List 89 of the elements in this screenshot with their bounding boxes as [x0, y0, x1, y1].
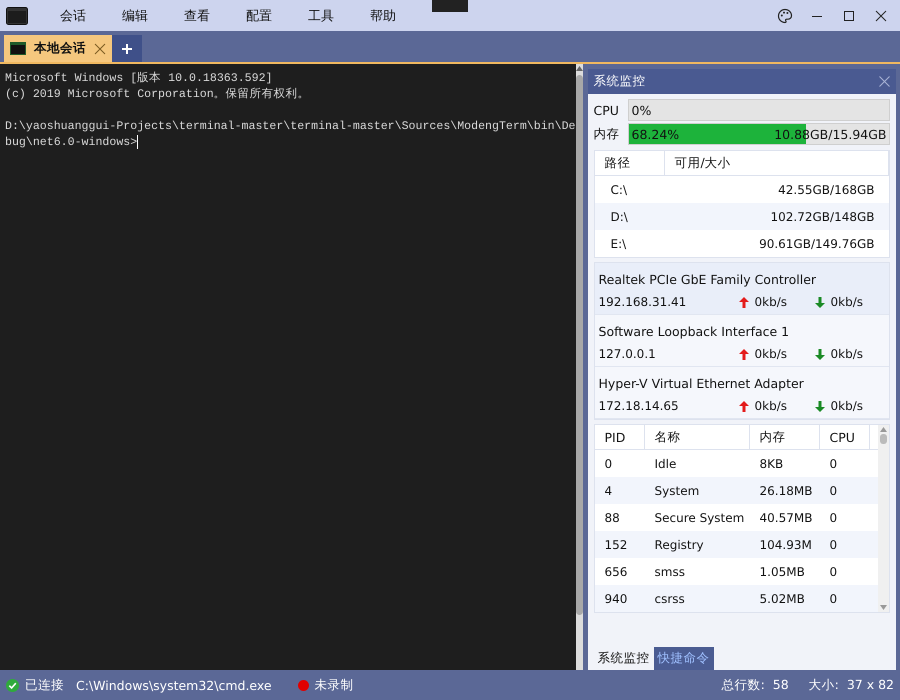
upload-rate: 0kb/s — [754, 399, 788, 413]
adapter-name: Software Loopback Interface 1 — [598, 324, 790, 338]
scroll-up-icon[interactable] — [576, 66, 583, 71]
table-cell-text: Secure System — [654, 510, 746, 524]
table-cell-text: 0 — [828, 456, 838, 470]
column-header[interactable]: PID — [594, 425, 645, 449]
cpu-meter: 0% — [628, 99, 890, 121]
arrow-up-icon — [738, 296, 749, 308]
panel-tab[interactable]: 快捷命令 — [654, 647, 714, 670]
table-cell-text: 88 — [604, 510, 621, 524]
ip-address: 192.168.31.41 — [598, 295, 688, 309]
close-icon[interactable] — [875, 10, 887, 22]
table-cell-text: 26.18MB — [758, 484, 814, 498]
table-cell-text: 4 — [604, 484, 614, 498]
arrow-down-icon — [814, 296, 825, 308]
table-cell-text: smss — [654, 564, 686, 578]
cpu-label: CPU — [594, 102, 620, 118]
panel-title: 系统监控 — [594, 73, 646, 90]
plus-icon — [122, 44, 132, 54]
column-header[interactable]: 内存 — [750, 425, 820, 449]
adapter-name: Hyper-V Virtual Ethernet Adapter — [598, 376, 804, 390]
adapter-name: Realtek PCIe GbE Family Controller — [598, 272, 816, 286]
table-cell-text: 0 — [604, 456, 614, 470]
table-cell-text: 0 — [828, 510, 838, 524]
download-rate: 0kb/s — [830, 295, 864, 309]
menu-item[interactable]: 会话 — [42, 6, 104, 24]
column-header[interactable]: 名称 — [644, 425, 750, 449]
upload-rate: 0kb/s — [754, 347, 788, 361]
menu-item[interactable]: 编辑 — [104, 6, 166, 24]
table-cell-text: 152 — [604, 538, 628, 552]
table-cell-text: 5.02MB — [758, 592, 806, 606]
menu-item[interactable]: 查看 — [166, 6, 228, 24]
network-adapter-item[interactable]: Realtek PCIe GbE Family Controller 192.168.31.41 0kb/s 0kb/s — [594, 263, 889, 315]
arrow-up-icon — [738, 400, 749, 412]
table-cell-text: csrss — [654, 592, 686, 606]
menu-item[interactable]: 配置 — [228, 6, 290, 24]
arrow-down-icon — [814, 400, 825, 412]
column-header[interactable]: 可用/大小 — [664, 151, 889, 175]
memory-label: 内存 — [594, 126, 621, 142]
scrollbar[interactable] — [878, 425, 889, 612]
table-cell-text: 0 — [828, 564, 838, 578]
menu-item[interactable]: 工具 — [290, 6, 352, 24]
scroll-thumb[interactable] — [880, 434, 887, 444]
download-rate: 0kb/s — [830, 347, 864, 361]
column-header[interactable]: CPU — [820, 425, 870, 449]
new-tab-button[interactable] — [112, 35, 142, 62]
table-cell-text: 90.61GB/149.76GB — [758, 236, 876, 250]
session-tab[interactable]: 本地会话 — [4, 35, 112, 62]
table-cell-text: 1.05MB — [758, 564, 806, 578]
line-count: 总行数: 58 — [722, 676, 789, 694]
table-cell-text: 42.55GB/168GB — [777, 182, 876, 196]
table-cell-text: 102.72GB/148GB — [770, 210, 876, 224]
network-adapter-item[interactable]: Software Loopback Interface 1 127.0.0.1 0kb/s 0kb/s — [594, 315, 889, 367]
ip-address: 172.18.14.65 — [598, 399, 680, 413]
terminal-line: (c) 2019 Microsoft Corporation。保留所有权利。 — [5, 87, 311, 103]
table-cell-text: 0 — [828, 538, 838, 552]
table-cell-text: 0 — [828, 484, 838, 498]
terminal-size: 大小: 37 x 82 — [808, 676, 894, 694]
ip-address: 127.0.0.1 — [598, 347, 657, 361]
arrow-down-icon — [814, 348, 825, 360]
table-cell-text: 8KB — [758, 456, 784, 470]
terminal-line: Microsoft Windows [版本 10.0.18363.592] — [5, 71, 274, 87]
connection-status: 已连接 — [25, 676, 64, 694]
table-cell-text: D:\ — [610, 210, 629, 224]
table-cell-text: System — [654, 484, 700, 498]
arrow-up-icon — [738, 348, 749, 360]
terminal-icon — [10, 42, 26, 55]
table-cell-text: 656 — [604, 564, 628, 578]
drag-handle[interactable] — [432, 0, 468, 12]
menu-item[interactable]: 帮助 — [352, 6, 414, 24]
table-cell-text: Registry — [654, 538, 705, 552]
table-cell-text: 940 — [604, 592, 628, 606]
terminal-line: bug\net6.0-windows> — [5, 135, 140, 152]
table-cell-text: Idle — [654, 456, 678, 470]
terminal-line: D:\yaoshuanggui-Projects\terminal-master\terminal-master\Sources\ModengTerm\bin\De — [5, 119, 576, 135]
upload-rate: 0kb/s — [754, 295, 788, 309]
table-cell-text: C:\ — [610, 182, 628, 196]
terminal-app-icon — [6, 6, 28, 24]
terminal-output[interactable]: Microsoft Windows [版本 10.0.18363.592] (c) 2019 Microsoft Corporation。保留所有权利。 D:\yaoshuanggui-Projects\terminal-master\terminal-master\Sources\ModengTerm\bin\De bug\net6.0-windows> — [0, 64, 576, 670]
table-cell-text: 104.93M — [758, 538, 813, 552]
table-cell-text: E:\ — [610, 236, 628, 250]
column-header[interactable]: 路径 — [594, 151, 665, 175]
maximize-icon[interactable] — [843, 10, 855, 22]
table-cell-text: 40.57MB — [758, 510, 814, 524]
network-adapter-item[interactable]: Hyper-V Virtual Ethernet Adapter 172.18.14.65 0kb/s 0kb/s — [594, 367, 889, 419]
table-cell-text: 0 — [828, 592, 838, 606]
recording-status: 未录制 — [314, 676, 354, 694]
download-rate: 0kb/s — [830, 399, 864, 413]
session-path: C:\Windows\system32\cmd.exe — [76, 678, 272, 692]
